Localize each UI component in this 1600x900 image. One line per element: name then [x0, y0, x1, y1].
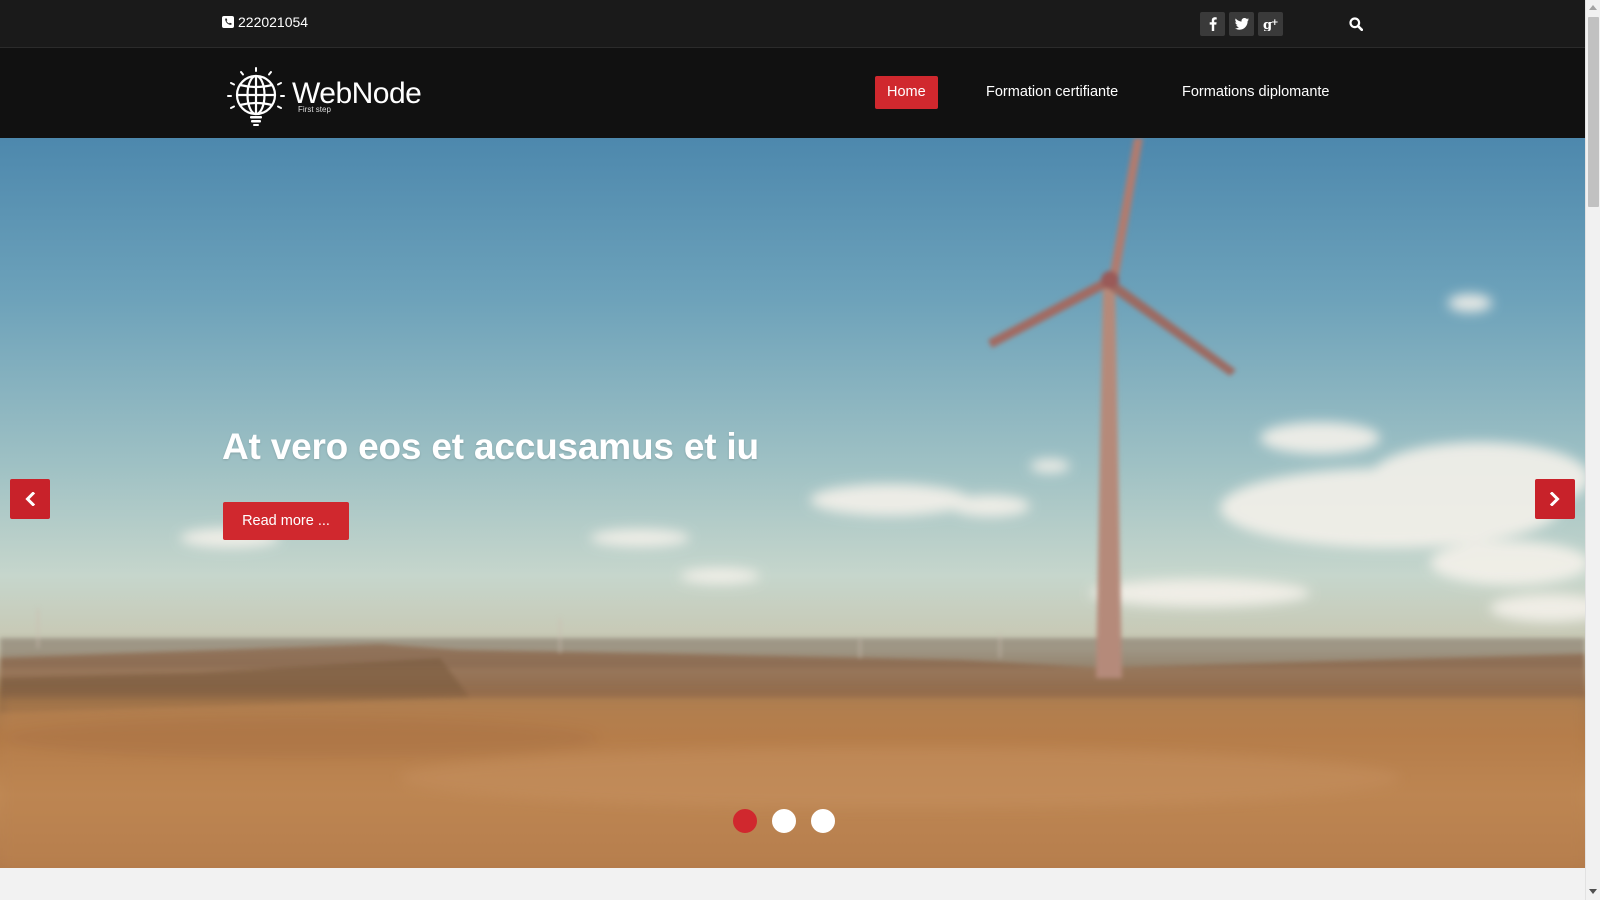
slider-next-button[interactable] [1535, 479, 1575, 519]
twitter-icon[interactable] [1229, 12, 1254, 36]
search-icon[interactable] [1346, 14, 1366, 34]
phone-number: 222021054 [238, 14, 309, 30]
page: 222021054 g + WebNode First step Home Fo… [0, 0, 1585, 900]
slider-dot-2[interactable] [772, 809, 796, 833]
chevron-left-icon [25, 492, 36, 506]
nav-item-home[interactable]: Home [875, 76, 938, 109]
scroll-down-arrow-icon[interactable] [1589, 889, 1597, 894]
read-more-button[interactable]: Read more ... [223, 502, 349, 540]
phone-contact: 222021054 [222, 14, 308, 30]
slider-dot-3[interactable] [811, 809, 835, 833]
facebook-icon[interactable] [1200, 12, 1225, 36]
site-header: WebNode First step Home Formation certif… [0, 48, 1585, 138]
svg-text:+: + [1271, 18, 1279, 28]
chevron-right-icon [1549, 492, 1560, 506]
hero-slider: At vero eos et accusamus et iu Read more… [0, 138, 1585, 868]
slider-dot-1[interactable] [733, 809, 757, 833]
google-plus-icon[interactable]: g + [1258, 12, 1283, 36]
phone-icon [222, 16, 234, 28]
nav-item-formations-diplomante[interactable]: Formations diplomante [1170, 76, 1342, 109]
main-nav: Home Formation certifiante Formations di… [0, 76, 1585, 110]
slide-title: At vero eos et accusamus et iu [222, 426, 759, 467]
vertical-scrollbar[interactable] [1585, 0, 1600, 900]
scroll-up-arrow-icon[interactable] [1589, 5, 1597, 10]
top-bar: 222021054 g + [0, 0, 1585, 48]
social-links: g + [1200, 12, 1283, 36]
nav-item-formation-certifiante[interactable]: Formation certifiante [974, 76, 1130, 109]
slider-pagination [733, 809, 835, 833]
scrollbar-thumb[interactable] [1588, 17, 1599, 207]
slider-prev-button[interactable] [10, 479, 50, 519]
